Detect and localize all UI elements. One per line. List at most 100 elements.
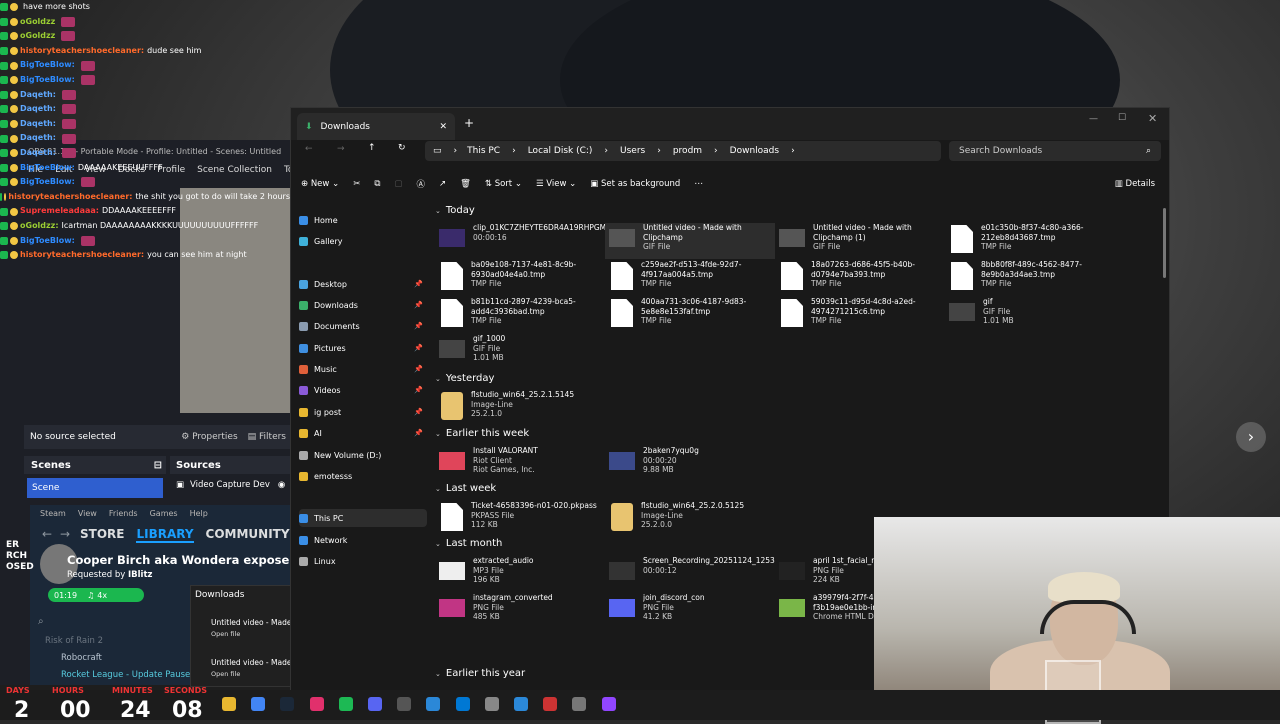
maximize-icon[interactable]: ☐: [1118, 113, 1126, 123]
tab-downloads[interactable]: ⬇ Downloads ✕: [297, 113, 455, 140]
file-item[interactable]: gif GIF File 1.01 MB: [945, 297, 1115, 333]
discord-icon[interactable]: [368, 697, 382, 711]
group-header[interactable]: ⌄ Last month: [435, 538, 502, 549]
steam-tab-library[interactable]: LIBRARY: [136, 527, 194, 543]
steam-tab-store[interactable]: STORE: [80, 527, 124, 543]
sort-button[interactable]: ⇅ Sort ⌄: [485, 179, 522, 189]
copy-icon[interactable]: ⧉: [374, 179, 380, 189]
breadcrumb-prodm[interactable]: prodm: [673, 146, 702, 156]
file-item[interactable]: 59039c11-d95d-4c8d-a2ed-4974271215c6.tmp…: [775, 297, 945, 333]
pin-icon[interactable]: 📌: [414, 365, 423, 373]
filters-button[interactable]: ▤ Filters: [248, 432, 286, 442]
nav-item-documents[interactable]: Documents 📌: [299, 317, 427, 335]
file-item[interactable]: c259ae2f-d513-4fde-92d7-4f917aa004a5.tmp…: [605, 260, 775, 296]
scene-filter-icon[interactable]: ⊟: [154, 460, 162, 471]
more-options-icon[interactable]: ⋯: [694, 179, 703, 189]
minimize-icon[interactable]: —: [1089, 114, 1098, 124]
pin-icon[interactable]: 📌: [414, 429, 423, 437]
file-item[interactable]: Untitled video - Made with Clipchamp (1)…: [775, 223, 945, 259]
address-bar[interactable]: ▭ › This PC › Local Disk (C:) › Users › …: [425, 141, 941, 161]
gear-icon[interactable]: [572, 697, 587, 711]
nav-item-ig-post[interactable]: ig post 📌: [299, 403, 427, 421]
steam-tab-community[interactable]: COMMUNITY: [206, 527, 290, 543]
nav-item-music[interactable]: Music 📌: [299, 360, 427, 378]
scene-item[interactable]: Scene: [27, 478, 163, 498]
file-item[interactable]: flstudio_win64_25.2.1.5145 Image-Line 25.2…: [435, 390, 605, 426]
breadcrumb-users[interactable]: Users: [620, 146, 645, 156]
file-item[interactable]: Untitled video - Made with Clipchamp GIF …: [605, 223, 775, 259]
game-item[interactable]: Robocraft: [45, 653, 190, 670]
new-button[interactable]: ⊕ New ⌄: [301, 179, 339, 189]
details-button[interactable]: ▥ Details: [1115, 179, 1155, 189]
group-header[interactable]: ⌄ Earlier this week: [435, 428, 529, 439]
spotify-icon[interactable]: [338, 697, 353, 711]
file-item[interactable]: instagram_converted PNG File 485 KB: [435, 593, 605, 629]
set-background-button[interactable]: ▣ Set as background: [590, 179, 680, 189]
group-header[interactable]: ⌄ Today: [435, 205, 475, 216]
breadcrumb-this-pc[interactable]: This PC: [467, 146, 500, 156]
group-header[interactable]: ⌄ Earlier this year: [435, 668, 525, 679]
app-icon[interactable]: [543, 697, 558, 711]
cut-icon[interactable]: ✂: [353, 179, 360, 189]
source-item[interactable]: ▣ Video Capture Dev ◉: [176, 480, 285, 490]
back-icon[interactable]: ←: [305, 144, 313, 154]
file-item[interactable]: ba09e108-7137-4e81-8c9b-6930ad04e4a0.tmp…: [435, 260, 605, 296]
app-icon[interactable]: [397, 697, 412, 711]
file-item[interactable]: join_discord_con PNG File 41.2 KB: [605, 593, 775, 629]
nav-item-network[interactable]: Network: [299, 531, 427, 549]
rename-icon[interactable]: Ⓐ: [416, 178, 425, 190]
nav-item-ai[interactable]: AI 📌: [299, 424, 427, 442]
pin-icon[interactable]: 📌: [414, 344, 423, 352]
file-item[interactable]: b81b11cd-2897-4239-bca5-add4c3936bad.tmp…: [435, 297, 605, 333]
steam-menu-help[interactable]: Help: [190, 509, 208, 518]
file-item[interactable]: e01c350b-8f37-4c80-a366-212eb8d43687.tmp…: [945, 223, 1115, 259]
group-header[interactable]: ⌄ Last week: [435, 483, 496, 494]
file-item[interactable]: gif_1000 GIF File 1.01 MB: [435, 334, 605, 370]
pin-icon[interactable]: 📌: [414, 322, 423, 330]
nav-item-emotesss[interactable]: emotesss: [299, 467, 427, 485]
nav-item-videos[interactable]: Videos 📌: [299, 381, 427, 399]
steam-menu-friends[interactable]: Friends: [109, 509, 138, 518]
view-button[interactable]: ☰ View ⌄: [536, 179, 576, 189]
nav-item-home[interactable]: Home: [299, 211, 427, 229]
search-box[interactable]: Search Downloads ⌕: [949, 141, 1161, 161]
nav-item-downloads[interactable]: Downloads 📌: [299, 296, 427, 314]
game-item[interactable]: Rocket League - Update Pause: [45, 670, 190, 687]
pin-icon[interactable]: 📌: [414, 386, 423, 394]
file-item[interactable]: extracted_audio MP3 File 196 KB: [435, 556, 605, 592]
app-icon[interactable]: [426, 697, 441, 711]
file-item[interactable]: flstudio_win64_25.2.0.5125 Image-Line 25.2…: [605, 501, 775, 537]
nav-item-this-pc[interactable]: This PC: [299, 509, 427, 527]
file-item[interactable]: 18a07263-d686-45f5-b40b-d0794e7ba393.tmp…: [775, 260, 945, 296]
nav-item-gallery[interactable]: Gallery: [299, 232, 427, 250]
file-item[interactable]: Install VALORANT Riot Client Riot Games, I…: [435, 446, 605, 482]
steam-icon[interactable]: [280, 697, 295, 711]
nav-item-linux[interactable]: Linux: [299, 552, 427, 570]
steam-menu-steam[interactable]: Steam: [40, 509, 66, 518]
breadcrumb-downloads[interactable]: Downloads: [730, 146, 779, 156]
file-item[interactable]: 400aa731-3c06-4187-9d83-5e8e8e153faf.tmp…: [605, 297, 775, 333]
scrollbar[interactable]: [1163, 208, 1166, 278]
tab-close-icon[interactable]: ✕: [439, 122, 447, 132]
file-item[interactable]: 8bb80f8f-489c-4562-8477-8e9b0a3d4ae3.tmp…: [945, 260, 1115, 296]
file-explorer-icon[interactable]: [222, 697, 236, 711]
search-input[interactable]: Search Downloads: [959, 146, 1042, 156]
breadcrumb-local-disk[interactable]: Local Disk (C:): [528, 146, 593, 156]
steam-search-icon[interactable]: ⌕: [38, 616, 44, 627]
steam-menu-games[interactable]: Games: [150, 509, 178, 518]
new-tab-icon[interactable]: +: [464, 116, 474, 130]
refresh-icon[interactable]: ↻: [398, 143, 406, 153]
pin-icon[interactable]: 📌: [414, 301, 423, 309]
delete-icon[interactable]: 🗑: [460, 179, 471, 189]
app-icon[interactable]: [455, 697, 470, 711]
chevron-right-icon[interactable]: ›: [1236, 422, 1266, 452]
instagram-icon[interactable]: [309, 697, 324, 711]
pin-icon[interactable]: 📌: [414, 408, 423, 416]
nav-item-new-volume-d-[interactable]: New Volume (D:): [299, 446, 427, 464]
game-item[interactable]: Risk of Rain 2: [45, 636, 190, 653]
steam-back-arrow-icon[interactable]: ←: [42, 527, 52, 541]
paste-icon[interactable]: ▢: [394, 179, 402, 189]
nav-item-desktop[interactable]: Desktop 📌: [299, 275, 427, 293]
forward-icon[interactable]: →: [337, 144, 345, 154]
steam-menu-view[interactable]: View: [78, 509, 97, 518]
